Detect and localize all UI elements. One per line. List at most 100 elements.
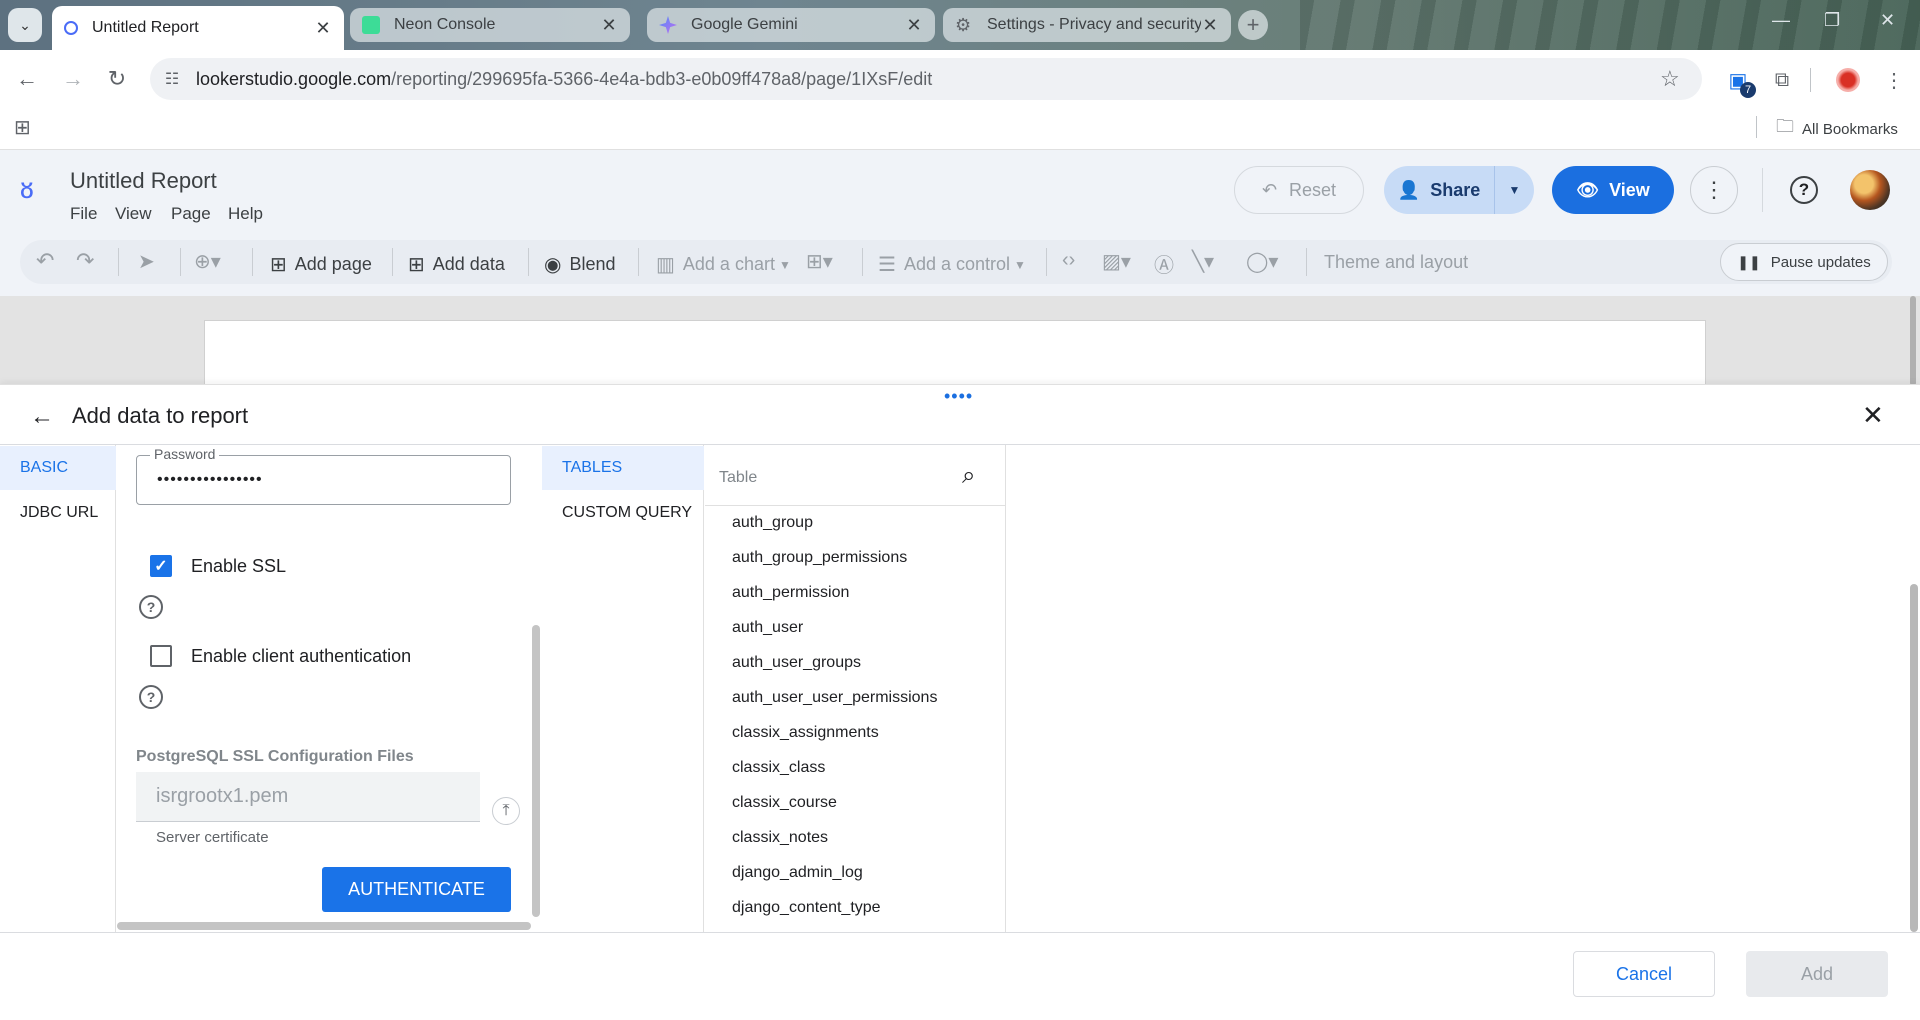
table-list-item[interactable]: classix_course — [732, 794, 837, 812]
tab-google-gemini[interactable]: Google Gemini ✕ — [647, 8, 935, 42]
menu-page[interactable]: Page — [171, 204, 211, 224]
undo-arrow-icon: ↶ — [1261, 179, 1278, 200]
tab-settings-privacy[interactable]: ⚙ Settings - Privacy and security ✕ — [943, 8, 1231, 42]
tab-neon-console[interactable]: Neon Console ✕ — [350, 8, 630, 42]
table-list-item[interactable]: auth_group — [732, 514, 813, 532]
close-tab-icon[interactable]: ✕ — [314, 18, 332, 39]
line-icon[interactable]: ╲▾ — [1192, 249, 1214, 274]
add-data-button[interactable]: ⊞ Add data — [408, 252, 505, 277]
enable-client-auth-checkbox[interactable] — [150, 645, 172, 667]
gemini-favicon-icon — [659, 16, 677, 34]
side-nav-basic[interactable]: BASIC — [0, 446, 116, 490]
community-viz-icon[interactable]: ⊞▾ — [806, 249, 833, 274]
bookmark-star-icon[interactable]: ☆ — [1660, 66, 1680, 92]
minimize-icon[interactable]: — — [1772, 10, 1790, 31]
tab-untitled-report[interactable]: Untitled Report ✕ — [52, 6, 344, 50]
report-canvas-page[interactable] — [204, 320, 1706, 386]
table-search-input[interactable]: Table — [705, 450, 1005, 506]
table-list-item[interactable]: auth_user_user_permissions — [732, 689, 937, 707]
ssl-help-icon[interactable]: ? — [139, 595, 163, 619]
add-person-icon: 👤 — [1397, 179, 1421, 200]
more-options-icon[interactable]: ⋮ — [1690, 166, 1738, 214]
server-certificate-field[interactable]: isrgrootx1.pem — [136, 772, 480, 822]
panel-scrollbar[interactable] — [1910, 584, 1918, 932]
add-page-button[interactable]: ⊞ Add page — [270, 252, 372, 277]
looker-studio-logo-icon[interactable]: ᴕ — [20, 172, 34, 206]
authenticate-button[interactable]: AUTHENTICATE — [322, 867, 511, 912]
enable-client-auth-label: Enable client authentication — [191, 646, 412, 666]
text-box-icon[interactable]: Ⓐ — [1154, 249, 1174, 278]
view-button[interactable]: 👁 View — [1552, 166, 1674, 214]
close-tab-icon[interactable]: ✕ — [600, 15, 618, 36]
profile-icon[interactable] — [1836, 68, 1860, 92]
canvas-scrollbar[interactable] — [1910, 296, 1916, 386]
upload-icon[interactable]: ⤒ — [492, 797, 520, 825]
tab-custom-query[interactable]: CUSTOM QUERY — [542, 491, 704, 535]
report-title[interactable]: Untitled Report — [70, 168, 217, 194]
close-icon[interactable]: ✕ — [1862, 400, 1884, 431]
table-list-item[interactable]: auth_user — [732, 619, 803, 637]
close-tab-icon[interactable]: ✕ — [905, 15, 923, 36]
apps-grid-icon[interactable]: ⊞ — [14, 115, 31, 140]
close-tab-icon[interactable]: ✕ — [1201, 15, 1219, 36]
panel-title: Add data to report — [72, 403, 249, 428]
redo-icon[interactable]: ↷ — [76, 248, 94, 274]
tab-search-button[interactable]: ⌄ — [8, 8, 42, 42]
theme-and-layout-button[interactable]: Theme and layout — [1324, 252, 1468, 273]
undo-icon[interactable]: ↶ — [36, 248, 54, 274]
side-nav-jdbc-url[interactable]: JDBC URL — [0, 491, 116, 535]
avatar[interactable] — [1850, 170, 1890, 210]
embed-code-icon[interactable]: ‹› — [1062, 249, 1075, 272]
zoom-icon[interactable]: ⊕▾ — [194, 249, 221, 274]
table-list-item[interactable]: django_content_type — [732, 899, 881, 917]
ssl-files-heading: PostgreSQL SSL Configuration Files — [136, 748, 414, 765]
pause-updates-button[interactable]: ❚❚ Pause updates — [1720, 243, 1888, 281]
back-icon[interactable]: ← — [12, 64, 42, 94]
puzzle-icon[interactable]: ⧉ — [1768, 66, 1796, 94]
site-info-icon[interactable]: ☷ — [162, 69, 182, 89]
blend-button[interactable]: ◉ Blend — [544, 252, 616, 277]
client-auth-help-icon[interactable]: ? — [139, 685, 163, 709]
toolbar-separator — [118, 248, 119, 276]
form-vertical-scrollbar[interactable] — [532, 625, 540, 917]
url-path: /reporting/299695fa-5366-4e4a-bdb3-e0b09… — [391, 68, 933, 89]
new-tab-button[interactable]: + — [1238, 10, 1268, 40]
menu-help[interactable]: Help — [228, 204, 263, 224]
table-list-item[interactable]: django_admin_log — [732, 864, 863, 882]
all-bookmarks-button[interactable]: 🗀 All Bookmarks — [1776, 114, 1898, 144]
back-arrow-icon[interactable]: ← — [30, 403, 54, 431]
share-dropdown-icon[interactable]: ▼ — [1494, 166, 1534, 214]
select-cursor-icon[interactable]: ➤ — [138, 249, 155, 274]
add-chart-button[interactable]: ▥ Add a chart ▼ — [656, 252, 791, 277]
password-field[interactable]: •••••••••••••••• — [136, 455, 511, 505]
menu-file[interactable]: File — [70, 204, 97, 224]
reset-button[interactable]: ↶ Reset — [1234, 166, 1364, 214]
form-horizontal-scrollbar[interactable] — [117, 922, 531, 930]
table-list-item[interactable]: auth_permission — [732, 584, 849, 602]
restore-icon[interactable]: ❐ — [1824, 10, 1840, 31]
toolbar-separator — [252, 248, 253, 276]
table-list-item[interactable]: classix_notes — [732, 829, 828, 847]
address-bar[interactable]: lookerstudio.google.com/reporting/299695… — [150, 58, 1702, 100]
image-icon[interactable]: ▨▾ — [1102, 249, 1131, 274]
search-icon[interactable]: ⌕ — [962, 462, 975, 490]
table-list-item[interactable]: classix_class — [732, 759, 825, 777]
help-icon[interactable]: ? — [1790, 176, 1818, 204]
add-button[interactable]: Add — [1746, 951, 1888, 997]
add-control-button[interactable]: ☰ Add a control ▼ — [878, 252, 1026, 277]
table-list-item[interactable]: classix_assignments — [732, 724, 879, 742]
panel-resize-handle[interactable]: •••• — [944, 386, 973, 407]
enable-ssl-checkbox[interactable]: ✓ — [150, 555, 172, 577]
forward-icon[interactable]: → — [58, 64, 88, 94]
reload-icon[interactable]: ↻ — [102, 64, 132, 94]
table-list-item[interactable]: auth_user_groups — [732, 654, 861, 672]
cancel-button[interactable]: Cancel — [1573, 951, 1715, 997]
share-button[interactable]: 👤 Share ▼ — [1384, 166, 1534, 214]
table-list-item[interactable]: auth_group_permissions — [732, 549, 907, 567]
shape-icon[interactable]: ◯▾ — [1246, 249, 1278, 274]
toolbar-separator — [1046, 248, 1047, 276]
menu-view[interactable]: View — [115, 204, 152, 224]
kebab-menu-icon[interactable]: ⋮ — [1880, 66, 1908, 94]
close-window-icon[interactable]: ✕ — [1880, 10, 1895, 31]
tab-tables[interactable]: TABLES — [542, 446, 704, 490]
